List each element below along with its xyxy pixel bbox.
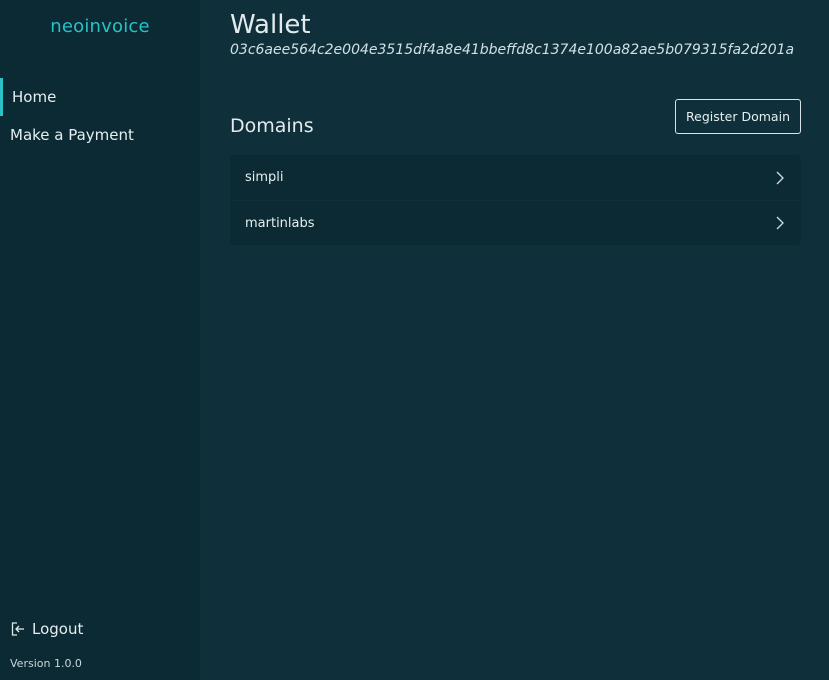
sidebar-item-home[interactable]: Home [0, 78, 200, 116]
domain-name: simpli [245, 170, 284, 185]
register-domain-label: Register Domain [686, 109, 790, 124]
register-domain-button[interactable]: Register Domain [675, 99, 801, 134]
sidebar-item-label: Home [12, 88, 57, 106]
domain-list: simpli martinlabs [230, 155, 801, 245]
page-title: Wallet [230, 10, 311, 40]
logout-icon [11, 622, 24, 636]
logout-label: Logout [32, 620, 84, 638]
logout-button[interactable]: Logout [10, 620, 83, 638]
domains-heading: Domains [230, 115, 314, 137]
list-item[interactable]: simpli [230, 155, 801, 200]
sidebar-item-label: Make a Payment [10, 126, 134, 144]
chevron-right-icon [775, 216, 785, 230]
version-label: Version 1.0.0 [10, 657, 82, 670]
sidebar: neoinvoice Home Make a Payment Logout Ve… [0, 0, 200, 680]
main-content: Wallet 03c6aee564c2e004e3515df4a8e41bbef… [200, 0, 829, 680]
wallet-address: 03c6aee564c2e004e3515df4a8e41bbeffd8c137… [230, 42, 795, 58]
chevron-right-icon [775, 171, 785, 185]
brand-logo[interactable]: neoinvoice [0, 16, 200, 37]
list-item[interactable]: martinlabs [230, 200, 801, 245]
domain-name: martinlabs [245, 215, 315, 231]
app-window: neoinvoice Home Make a Payment Logout Ve… [0, 0, 829, 680]
sidebar-item-make-a-payment[interactable]: Make a Payment [0, 116, 200, 154]
sidebar-nav: Home Make a Payment [0, 78, 200, 154]
